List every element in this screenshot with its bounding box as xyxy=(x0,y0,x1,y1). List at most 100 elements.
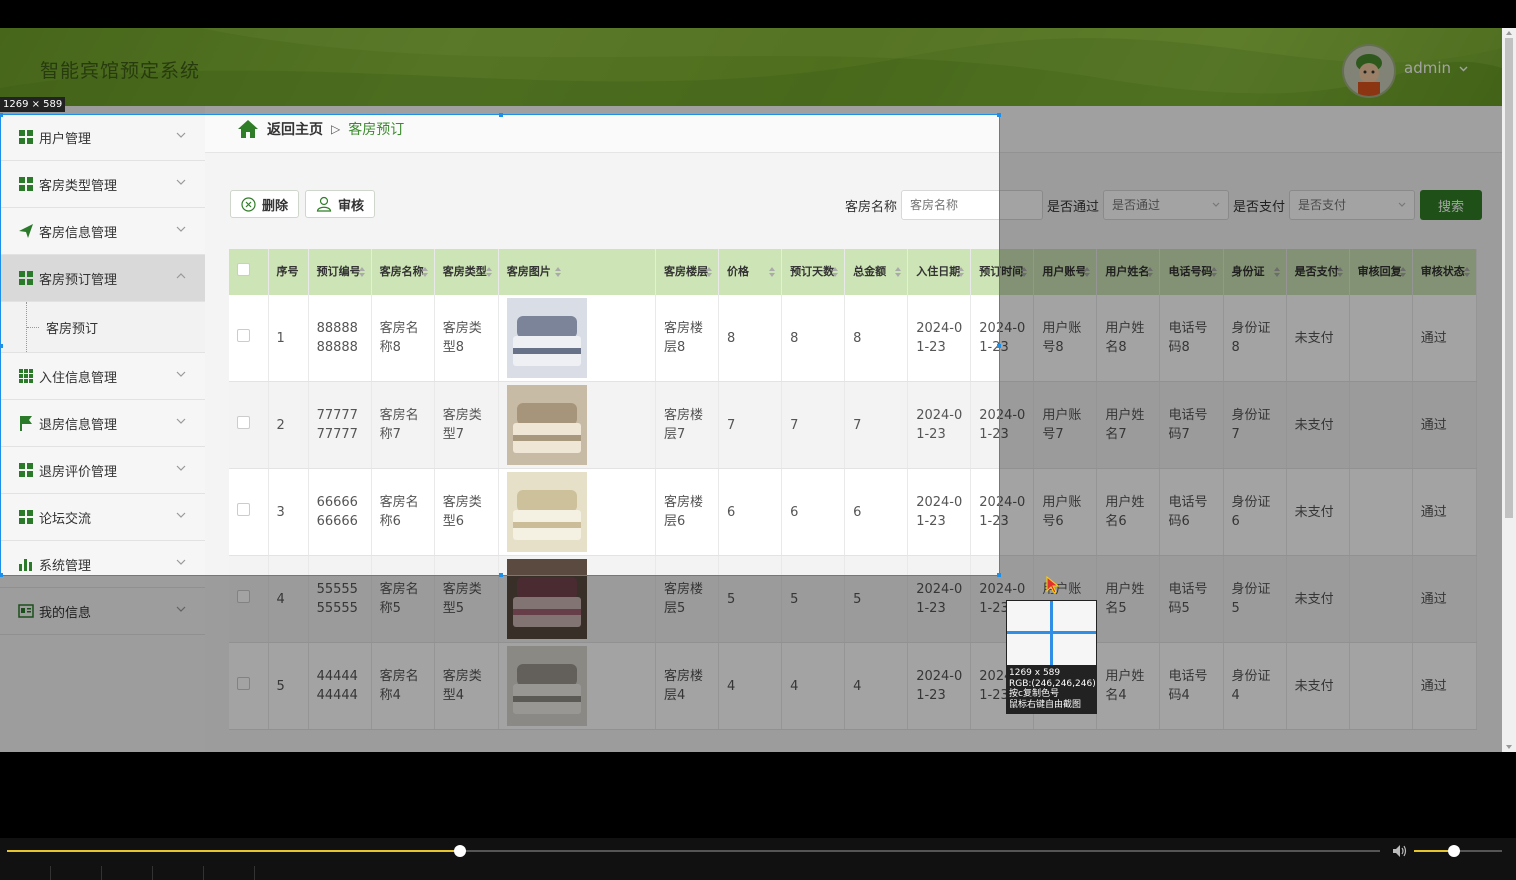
vertical-scrollbar[interactable] xyxy=(1502,28,1516,752)
table-cell: 7 xyxy=(844,381,909,469)
sort-icon[interactable] xyxy=(1021,267,1028,277)
table-row[interactable]: 3 6666666666 客房名称6 客房类型6 客房楼层6 6 6 6 2024-01-23 2… xyxy=(229,468,1478,556)
table-cell: 5555555555 xyxy=(308,555,372,643)
sort-icon[interactable] xyxy=(1399,267,1406,277)
sidebar-subitem-booking[interactable]: 客房预订 xyxy=(0,302,205,353)
column-header[interactable]: 预订天数 xyxy=(781,249,846,295)
room-name-input[interactable] xyxy=(901,190,1044,220)
row-checkbox[interactable] xyxy=(237,328,250,342)
column-header[interactable]: 审核状态 xyxy=(1412,249,1478,295)
sort-icon[interactable] xyxy=(485,267,492,277)
sort-icon[interactable] xyxy=(895,267,902,277)
select-all-checkbox[interactable] xyxy=(237,262,250,276)
user-menu[interactable]: admin xyxy=(1404,59,1468,77)
sort-icon[interactable] xyxy=(1210,267,1217,277)
passed-select[interactable] xyxy=(1103,190,1230,220)
sort-icon[interactable] xyxy=(1464,267,1470,277)
sort-icon[interactable] xyxy=(958,267,965,277)
column-header[interactable]: 身份证 xyxy=(1223,249,1287,295)
column-header[interactable]: 用户账号 xyxy=(1033,249,1098,295)
room-photo[interactable] xyxy=(506,385,587,465)
column-header[interactable]: 价格 xyxy=(718,249,783,295)
row-checkbox[interactable] xyxy=(237,502,250,516)
table-cell xyxy=(498,642,656,730)
audit-button[interactable]: 审核 xyxy=(305,190,376,218)
column-header[interactable]: 电话号码 xyxy=(1159,249,1224,295)
table-cell: 身份证8 xyxy=(1223,295,1287,382)
delete-button[interactable]: 删除 xyxy=(230,190,300,218)
column-header[interactable]: 预订时间 xyxy=(970,249,1035,295)
scrollbar-thumb[interactable] xyxy=(1505,38,1513,518)
sidebar-item-user-management[interactable]: 用户管理 xyxy=(0,114,205,161)
column-header[interactable]: 序号 xyxy=(268,249,309,295)
sidebar-item-room-info-management[interactable]: 客房信息管理 xyxy=(0,208,205,255)
sidebar-item-booking-management[interactable]: 客房预订管理 xyxy=(0,255,205,302)
avatar[interactable] xyxy=(1342,44,1396,98)
sidebar-item-my-info[interactable]: 我的信息 xyxy=(0,588,205,635)
table-cell: 1 xyxy=(268,295,309,382)
sidebar-item-checkout-management[interactable]: 退房信息管理 xyxy=(0,400,205,447)
sidebar-item-checkin-management[interactable]: 入住信息管理 xyxy=(0,353,205,400)
column-header-label: 总金额 xyxy=(853,265,887,278)
column-header[interactable]: 客房图片 xyxy=(498,249,656,295)
table-row[interactable]: 1 8888888888 客房名称8 客房类型8 客房楼层8 8 8 8 2024-01-23 2… xyxy=(229,295,1478,382)
table-cell: 身份证6 xyxy=(1223,468,1287,556)
sidebar-item-review-management[interactable]: 退房评价管理 xyxy=(0,447,205,494)
video-progress-knob[interactable] xyxy=(454,845,467,857)
column-header[interactable]: 客房类型 xyxy=(434,249,499,295)
room-photo[interactable] xyxy=(506,472,587,552)
sort-icon[interactable] xyxy=(769,267,776,277)
table-cell xyxy=(498,381,656,469)
column-header[interactable]: 客房名称 xyxy=(371,249,435,295)
sort-icon[interactable] xyxy=(1084,267,1091,277)
column-header[interactable]: 预订编号 xyxy=(308,249,372,295)
sort-icon[interactable] xyxy=(1336,267,1343,277)
search-button[interactable]: 搜索 xyxy=(1420,190,1483,220)
row-checkbox[interactable] xyxy=(237,676,250,690)
magnifier-size: 1269 x 589 xyxy=(1009,668,1061,678)
table-row[interactable]: 2 7777777777 客房名称7 客房类型7 客房楼层7 7 7 7 2024-01-23 2… xyxy=(229,381,1478,469)
room-photo[interactable] xyxy=(506,646,587,726)
column-header[interactable]: 总金额 xyxy=(844,249,909,295)
table-cell: 客房楼层6 xyxy=(655,468,720,556)
player-divider xyxy=(50,866,51,880)
sort-icon[interactable] xyxy=(832,267,839,277)
home-icon[interactable] xyxy=(237,119,259,139)
breadcrumb-home-link[interactable]: 返回主页 xyxy=(267,119,323,139)
sort-icon[interactable] xyxy=(1147,267,1154,277)
table-cell: 用户账号6 xyxy=(1033,468,1098,556)
volume-knob[interactable] xyxy=(1447,845,1460,857)
sort-icon[interactable] xyxy=(706,267,713,277)
scroll-up-icon[interactable] xyxy=(1506,31,1512,35)
sidebar-item-system-management[interactable]: 系统管理 xyxy=(0,541,205,588)
paid-select[interactable] xyxy=(1289,190,1416,220)
table-row[interactable]: 5 4444444444 客房名称4 客房类型4 客房楼层4 4 4 4 2024-01-23 2… xyxy=(229,642,1478,730)
paid-label: 是否支付 xyxy=(1233,199,1286,215)
flag-icon xyxy=(20,416,32,431)
room-photo[interactable] xyxy=(506,559,587,639)
sort-icon[interactable] xyxy=(554,267,561,277)
column-header[interactable]: 用户姓名 xyxy=(1096,249,1161,295)
breadcrumb-separator-icon: ▷ xyxy=(331,122,341,136)
video-progress-bar[interactable] xyxy=(7,845,1380,857)
row-checkbox[interactable] xyxy=(237,415,250,429)
table-cell: 2024-01-23 xyxy=(907,468,972,556)
sort-icon[interactable] xyxy=(421,267,428,277)
volume-slider[interactable] xyxy=(1414,845,1502,857)
sidebar-item-room-type-management[interactable]: 客房类型管理 xyxy=(0,161,205,208)
column-header[interactable]: 客房楼层 xyxy=(655,249,720,295)
column-header[interactable]: 审核回复 xyxy=(1349,249,1413,295)
sidebar-item-forum[interactable]: 论坛交流 xyxy=(0,494,205,541)
column-header[interactable]: 是否支付 xyxy=(1286,249,1350,295)
sort-icon[interactable] xyxy=(1273,267,1280,277)
row-checkbox[interactable] xyxy=(237,589,250,603)
top-header: 智能宾馆预定系统 admin xyxy=(0,28,1502,106)
scroll-down-icon[interactable] xyxy=(1506,745,1512,749)
sidebar-item-label: 客房信息管理 xyxy=(39,225,118,241)
volume-icon[interactable] xyxy=(1392,844,1408,858)
room-photo[interactable] xyxy=(506,298,587,378)
table-cell: 6 xyxy=(844,468,909,556)
sort-icon[interactable] xyxy=(358,267,365,277)
column-header[interactable]: 入住日期 xyxy=(907,249,972,295)
table-row[interactable]: 4 5555555555 客房名称5 客房类型5 客房楼层5 5 5 5 2024-01-23 2… xyxy=(229,555,1478,643)
